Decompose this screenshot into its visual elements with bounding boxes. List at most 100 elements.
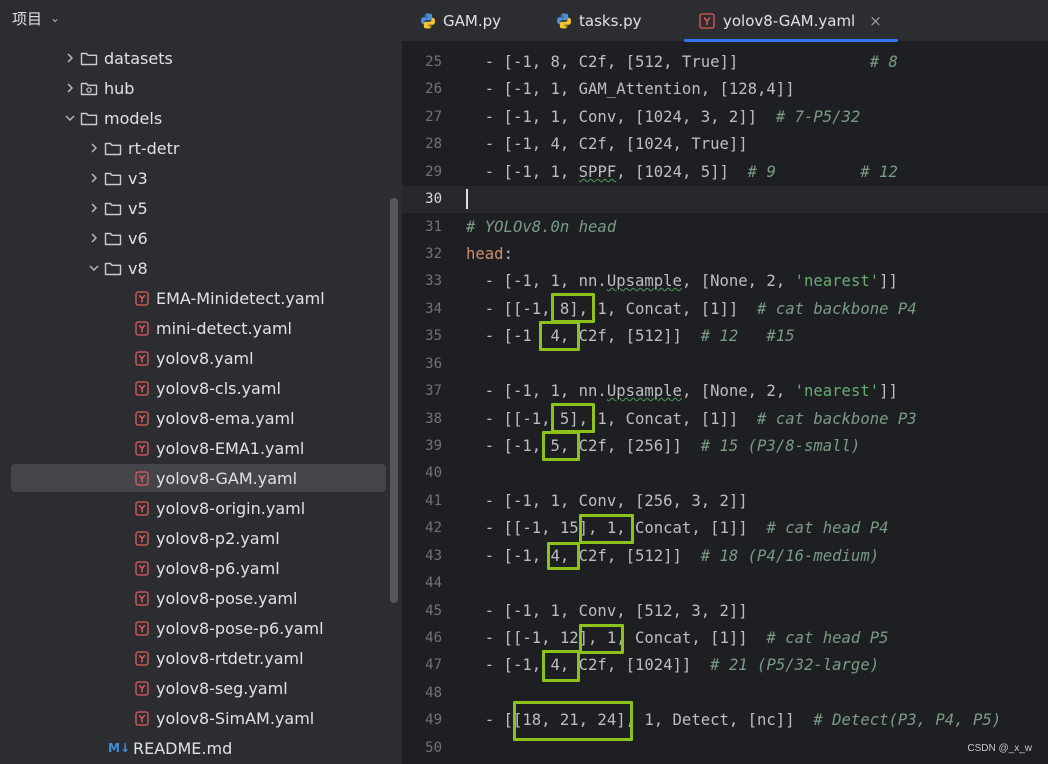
highlight-box <box>551 403 595 433</box>
project-view-header[interactable]: 项目 ⌄ <box>0 0 402 36</box>
tree-item-yolov8-origin-yaml[interactable]: yolov8-origin.yaml <box>0 493 402 523</box>
yaml-file-icon <box>134 650 150 666</box>
chevron-right-icon[interactable] <box>60 52 80 64</box>
code-line[interactable]: - [-1, 4, C2f, [512]] # 18 (P4/16-medium… <box>466 543 879 570</box>
line-number: 40 <box>425 465 442 481</box>
code-token: , [1024, 5]] <box>616 163 748 181</box>
code-token: - [-1, 4, C2f, [512]] <box>466 547 701 565</box>
tree-item-yolov8-p6-yaml[interactable]: yolov8-p6.yaml <box>0 553 402 583</box>
code-comment: # 9 # 12 <box>747 163 898 181</box>
tab-yolov8-gam-yaml[interactable]: yolov8-GAM.yaml × <box>699 0 882 42</box>
code-editor[interactable]: 25 26 27 28 29 30 31 32 33 34 35 36 37 38 39 40 41 42 43 44… <box>402 43 1048 764</box>
yaml-file-icon <box>134 290 150 306</box>
tree-item-yolov8-pose-yaml[interactable]: yolov8-pose.yaml <box>0 583 402 613</box>
tree-item-label: yolov8.yaml <box>156 348 254 368</box>
code-comment: # 21 (P5/32-large) <box>710 656 880 674</box>
tab-gam-py[interactable]: GAM.py <box>419 0 501 42</box>
tree-item-datasets[interactable]: datasets <box>0 43 402 73</box>
chevron-right-icon[interactable] <box>84 142 104 154</box>
code-line[interactable]: - [-1, 5, C2f, [256]] # 15 (P3/8-small) <box>466 433 861 460</box>
tree-item-yolov8-cls-yaml[interactable]: yolov8-cls.yaml <box>0 373 402 403</box>
tree-item-yolov8-ema1-yaml[interactable]: yolov8-EMA1.yaml <box>0 433 402 463</box>
code-line[interactable]: - [[-1, 12], 1, Concat, [1]] # cat head … <box>466 625 889 652</box>
code-token: Upsample <box>606 272 682 290</box>
tree-item-v6[interactable]: v6 <box>0 223 402 253</box>
code-line[interactable]: - [-1, 1, GAM_Attention, [128,4]] <box>466 76 795 103</box>
close-icon[interactable]: × <box>869 12 882 30</box>
chevron-right-icon[interactable] <box>84 202 104 214</box>
line-number: 45 <box>425 603 442 619</box>
folder-icon <box>80 110 100 126</box>
tree-item-v3[interactable]: v3 <box>0 163 402 193</box>
code-token: - [-1, 1, Conv, [1024, 3, 2]] <box>466 108 776 126</box>
code-line[interactable]: head: <box>466 241 513 268</box>
project-tree-scrollbar[interactable] <box>390 198 398 603</box>
tree-item-v8[interactable]: v8 <box>0 253 402 283</box>
code-line[interactable]: - [[-1, 5], 1, Concat, [1]] # cat backbo… <box>466 406 917 433</box>
code-comment: # 12 #15 <box>700 327 795 345</box>
code-line[interactable]: - [-1, 1, Conv, [512, 3, 2]] <box>466 598 748 625</box>
code-line[interactable]: - [-1, 1, SPPF, [1024, 5]] # 9 # 12 <box>466 159 898 186</box>
folder-icon <box>80 80 100 96</box>
code-token: - [-1, 5, C2f, [256]] <box>466 437 701 455</box>
tree-item-ema-minidetect-yaml[interactable]: EMA-Minidetect.yaml <box>0 283 402 313</box>
tree-item-readme-md[interactable]: M↓ README.md <box>0 733 402 763</box>
code-token: - [-1, 1, Conv, [512, 3, 2]] <box>466 602 748 620</box>
line-number: 38 <box>425 411 442 427</box>
highlight-box <box>539 321 580 351</box>
code-line[interactable]: - [-1, 1, nn.Upsample, [None, 2, 'neares… <box>466 378 898 405</box>
tree-item-yolov8-seg-yaml[interactable]: yolov8-seg.yaml <box>0 673 402 703</box>
tree-item-models[interactable]: models <box>0 103 402 133</box>
tree-item-label: mini-detect.yaml <box>156 318 292 338</box>
code-line[interactable]: - [[-1, 8], 1, Concat, [1]] # cat backbo… <box>466 296 917 323</box>
tree-item-v5[interactable]: v5 <box>0 193 402 223</box>
tree-item-label: yolov8-origin.yaml <box>156 498 306 518</box>
code-line[interactable]: - [-1, 4, C2f, [1024, True]] <box>466 131 748 158</box>
tab-label: yolov8-GAM.yaml <box>723 12 856 30</box>
code-line[interactable]: - [-1 4, C2f, [512]] # 12 #15 <box>466 323 795 350</box>
code-comment: # 18 (P4/16-medium) <box>700 547 880 565</box>
tree-item-yolov8-gam-yaml[interactable]: yolov8-GAM.yaml <box>0 463 402 493</box>
tree-item-yolov8-pose-p6-yaml[interactable]: yolov8-pose-p6.yaml <box>0 613 402 643</box>
tree-item-label: v8 <box>128 258 148 278</box>
code-token: - [[-1, 8], 1, Concat, [1]] <box>466 300 758 318</box>
line-number: 36 <box>425 356 442 372</box>
code-comment: # cat head P5 <box>766 629 889 647</box>
tree-item-yolov8-ema-yaml[interactable]: yolov8-ema.yaml <box>0 403 402 433</box>
line-number: 30 <box>425 191 442 207</box>
code-line[interactable]: - [-1, 8, C2f, [512, True]] # 8 <box>466 49 898 76</box>
tree-item-rt-detr[interactable]: rt-detr <box>0 133 402 163</box>
tree-item-label: yolov8-cls.yaml <box>156 378 281 398</box>
chevron-right-icon[interactable] <box>84 232 104 244</box>
code-line[interactable]: - [-1, 1, nn.Upsample, [None, 2, 'neares… <box>466 268 898 295</box>
chevron-down-icon[interactable] <box>84 262 104 274</box>
tree-item-hub[interactable]: hub <box>0 73 402 103</box>
chevron-right-icon[interactable] <box>84 172 104 184</box>
tree-item-label: yolov8-p2.yaml <box>156 528 280 548</box>
line-number: 49 <box>425 712 442 728</box>
tab-tasks-py[interactable]: tasks.py <box>555 0 642 42</box>
tree-item-yolov8-yaml[interactable]: yolov8.yaml <box>0 343 402 373</box>
code-comment: # 15 (P3/8-small) <box>700 437 861 455</box>
code-line[interactable]: - [-1, 1, Conv, [1024, 3, 2]] # 7-P5/32 <box>466 104 861 131</box>
highlight-box <box>542 650 580 682</box>
code-line[interactable]: # YOLOv8.0n head <box>466 214 616 241</box>
current-line-highlight <box>402 186 1048 213</box>
project-title: 项目 <box>12 9 43 28</box>
line-number: 46 <box>425 630 442 646</box>
code-line[interactable]: - [-1, 1, Conv, [256, 3, 2]] <box>466 488 748 515</box>
code-line[interactable]: - [-1, 4, C2f, [1024]] # 21 (P5/32-large… <box>466 652 879 679</box>
chevron-down-icon[interactable]: ⌄ <box>50 11 60 25</box>
tree-item-yolov8-rtdetr-yaml[interactable]: yolov8-rtdetr.yaml <box>0 643 402 673</box>
yaml-file-icon <box>134 470 150 486</box>
tree-item-yolov8-p2-yaml[interactable]: yolov8-p2.yaml <box>0 523 402 553</box>
tree-item-yolov8-simam-yaml[interactable]: yolov8-SimAM.yaml <box>0 703 402 733</box>
code-line[interactable]: - [[-1, 15], 1, Concat, [1]] # cat head … <box>466 515 889 542</box>
chevron-down-icon[interactable] <box>60 112 80 124</box>
line-number: 25 <box>425 54 442 70</box>
tree-item-mini-detect-yaml[interactable]: mini-detect.yaml <box>0 313 402 343</box>
highlight-box <box>579 624 624 654</box>
chevron-right-icon[interactable] <box>60 82 80 94</box>
code-comment: # cat backbone P3 <box>757 410 917 428</box>
tree-item-label: models <box>104 108 163 128</box>
